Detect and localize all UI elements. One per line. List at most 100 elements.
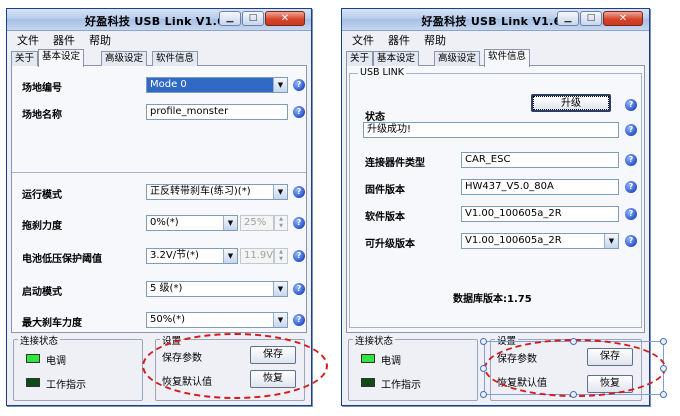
help-icon[interactable]: ?	[293, 106, 305, 118]
esc-led-icon	[26, 354, 40, 363]
start-mode-select[interactable]: 5 级(*) ▼	[146, 281, 288, 297]
resize-handle-top-right[interactable]	[660, 338, 667, 345]
cutoff-label: 电池低压保护阈值	[22, 254, 102, 265]
cutoff-select[interactable]: 3.2V/节(*) ▼	[146, 248, 238, 264]
panel-divider	[12, 172, 306, 173]
software-label: 软件版本	[365, 212, 405, 223]
venue-no-select[interactable]: Mode 0 ▼	[146, 77, 288, 93]
tab-advanced-settings[interactable]: 高级设定	[101, 51, 148, 66]
menu-help[interactable]: 帮助	[89, 32, 111, 48]
tab-about[interactable]: 关于	[346, 51, 374, 66]
drag-brake-select[interactable]: 0%(*) ▼	[146, 215, 238, 231]
drag-brake-spinner[interactable]: ▲ ▼	[274, 215, 288, 231]
left-connection-status-group: 连接状态 电调 工作指示	[13, 333, 143, 401]
chevron-down-icon[interactable]: ▼	[604, 234, 618, 248]
right-tab-strip: 关于 基本设定 高级设定 软件信息	[346, 49, 645, 67]
max-brake-select[interactable]: 50%(*) ▼	[146, 312, 288, 328]
help-icon[interactable]: ?	[293, 283, 305, 295]
work-led-label: 工作指示	[381, 380, 421, 391]
help-icon[interactable]: ?	[625, 124, 637, 136]
drag-brake-custom-input[interactable]: 25%	[240, 215, 274, 231]
software-output: V1.00_100605a_2R	[461, 206, 619, 222]
drag-brake-label: 拖刹力度	[22, 221, 62, 232]
device-type-output: CAR_ESC	[461, 152, 619, 168]
chevron-down-icon[interactable]: ▼	[273, 78, 287, 92]
run-mode-select[interactable]: 正反转带刹车(练习)(*) ▼	[146, 184, 288, 200]
close-icon[interactable]: ✕	[265, 11, 305, 26]
resize-handle-bottom-middle[interactable]	[570, 391, 577, 398]
connection-status-title: 连接状态	[353, 333, 396, 347]
right-connection-status-group: 连接状态 电调 工作指示	[348, 333, 478, 401]
menu-device[interactable]: 器件	[388, 32, 410, 48]
menu-file[interactable]: 文件	[352, 32, 374, 48]
esc-led-label: 电调	[381, 356, 401, 367]
upgrade-button[interactable]: 升级	[531, 94, 611, 112]
help-icon[interactable]: ?	[625, 99, 637, 111]
help-icon[interactable]: ?	[293, 250, 305, 262]
tab-software-info[interactable]: 软件信息	[484, 49, 531, 67]
help-icon[interactable]: ?	[625, 181, 637, 193]
upgradable-select[interactable]: V1.00_100605a_2R ▼	[461, 233, 619, 249]
annotation-dashed-ellipse-left	[142, 333, 328, 399]
chevron-down-icon[interactable]: ▼	[273, 313, 287, 327]
left-menu-bar: 文件 器件 帮助	[7, 32, 311, 48]
resize-handle-bottom-left[interactable]	[480, 391, 487, 398]
device-type-label: 连接器件类型	[365, 158, 425, 169]
minimize-icon[interactable]: ▁	[219, 11, 241, 26]
work-led-icon	[26, 378, 40, 387]
status-output: 升级成功!	[363, 122, 619, 138]
esc-led-label: 电调	[46, 356, 66, 367]
left-basic-settings-panel: 场地编号 Mode 0 ▼ ? 场地名称 profile_monster ? 运…	[11, 66, 307, 333]
chevron-down-icon[interactable]: ▼	[273, 282, 287, 296]
database-version: 数据库版本:1.75	[453, 294, 532, 305]
status-label: 状态	[365, 112, 385, 123]
chevron-down-icon[interactable]: ▼	[223, 249, 237, 263]
work-led-icon	[361, 378, 375, 387]
help-icon[interactable]: ?	[625, 208, 637, 220]
menu-file[interactable]: 文件	[17, 32, 39, 48]
tab-basic-settings[interactable]: 基本设定	[373, 51, 420, 66]
max-brake-label: 最大刹车力度	[22, 318, 82, 329]
menu-device[interactable]: 器件	[53, 32, 75, 48]
resize-handle-bottom-right[interactable]	[660, 391, 667, 398]
firmware-label: 固件版本	[365, 185, 405, 196]
usb-link-title: USB LINK	[358, 67, 406, 78]
start-mode-label: 启动模式	[22, 287, 62, 298]
close-icon[interactable]: ✕	[603, 11, 643, 26]
minimize-icon[interactable]: ▁	[557, 11, 579, 26]
firmware-output: HW437_V5.0_80A	[461, 179, 619, 195]
help-icon[interactable]: ?	[625, 154, 637, 166]
help-icon[interactable]: ?	[293, 186, 305, 198]
venue-no-label: 场地编号	[22, 83, 62, 94]
help-icon[interactable]: ?	[625, 235, 637, 247]
tab-advanced-settings[interactable]: 高级设定	[434, 51, 481, 66]
menu-help[interactable]: 帮助	[424, 32, 446, 48]
right-title-bar[interactable]: 好盈科技 USB Link V1.62 ▁ □ ✕	[342, 9, 649, 31]
connection-status-title: 连接状态	[18, 333, 61, 347]
right-menu-bar: 文件 器件 帮助	[342, 32, 649, 48]
work-led-label: 工作指示	[46, 380, 86, 391]
tab-software-info[interactable]: 软件信息	[152, 51, 199, 66]
resize-handle-top-left[interactable]	[480, 338, 487, 345]
maximize-icon[interactable]: □	[242, 11, 264, 26]
maximize-icon[interactable]: □	[580, 11, 602, 26]
chevron-down-icon[interactable]: ▼	[273, 185, 287, 199]
resize-handle-middle-right[interactable]	[660, 365, 667, 372]
venue-name-label: 场地名称	[22, 110, 62, 121]
cutoff-spinner[interactable]: ▲ ▼	[274, 248, 288, 264]
tab-about[interactable]: 关于	[11, 51, 39, 66]
upgradable-label: 可升级版本	[365, 239, 415, 250]
resize-handle-top-middle[interactable]	[570, 338, 577, 345]
help-icon[interactable]: ?	[293, 217, 305, 229]
annotation-dashed-ellipse-right	[484, 339, 666, 397]
tab-basic-settings[interactable]: 基本设定	[38, 49, 85, 67]
chevron-down-icon[interactable]: ▼	[223, 216, 237, 230]
left-title-bar[interactable]: 好盈科技 USB Link V1.62 ▁ □ ✕	[7, 9, 311, 31]
help-icon[interactable]: ?	[293, 79, 305, 91]
right-software-info-panel: USB LINK 状态 升级 ? 升级成功! ? 连接器件类型 CAR_ESC …	[346, 66, 645, 333]
cutoff-custom-input[interactable]: 11.9V	[240, 248, 274, 264]
help-icon[interactable]: ?	[293, 314, 305, 326]
esc-led-icon	[361, 354, 375, 363]
resize-handle-middle-left[interactable]	[480, 365, 487, 372]
venue-name-input[interactable]: profile_monster	[146, 104, 288, 120]
